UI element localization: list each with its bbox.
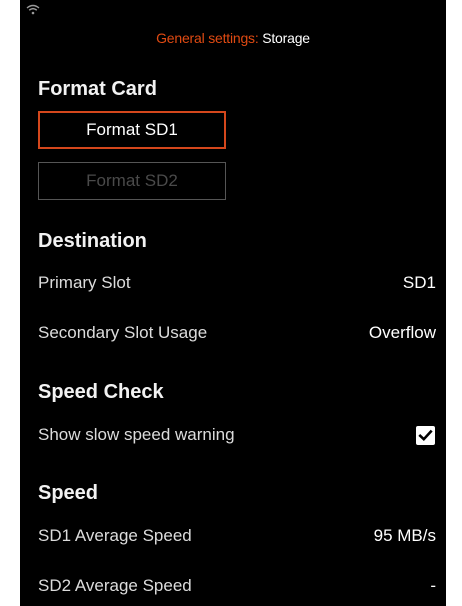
primary-slot-row[interactable]: Primary Slot SD1 bbox=[38, 271, 436, 295]
secondary-slot-label: Secondary Slot Usage bbox=[38, 323, 208, 342]
header-page-label: Storage bbox=[262, 30, 310, 46]
speed-title: Speed bbox=[38, 482, 99, 504]
primary-slot-value: SD1 bbox=[402, 273, 436, 292]
destination-title: Destination bbox=[38, 230, 147, 252]
slow-speed-warning-row[interactable]: Show slow speed warning bbox=[38, 423, 436, 447]
secondary-slot-row[interactable]: Secondary Slot Usage Overflow bbox=[38, 321, 436, 345]
format-sd1-button[interactable]: Format SD1 bbox=[38, 111, 226, 149]
sd2-speed-label: SD2 Average Speed bbox=[38, 576, 192, 595]
page-header: General settings: Storage bbox=[20, 30, 446, 46]
checkmark-icon bbox=[418, 429, 433, 441]
header-section-label: General settings: bbox=[156, 30, 263, 46]
slow-speed-warning-label: Show slow speed warning bbox=[38, 425, 235, 444]
sd1-speed-value: 95 MB/s bbox=[373, 526, 436, 545]
sd1-speed-label: SD1 Average Speed bbox=[38, 526, 192, 545]
speed-check-title: Speed Check bbox=[38, 381, 164, 403]
sd2-speed-value: - bbox=[430, 576, 436, 595]
sd2-speed-row: SD2 Average Speed - bbox=[38, 574, 436, 598]
primary-slot-label: Primary Slot bbox=[38, 273, 131, 292]
secondary-slot-value: Overflow bbox=[368, 323, 436, 342]
sd1-speed-row: SD1 Average Speed 95 MB/s bbox=[38, 524, 436, 548]
storage-settings-screen: General settings: Storage Format Card Fo… bbox=[20, 0, 446, 606]
wifi-icon bbox=[26, 4, 40, 15]
slow-speed-warning-checkbox[interactable] bbox=[416, 425, 435, 445]
format-sd2-button[interactable]: Format SD2 bbox=[38, 162, 226, 200]
format-card-title: Format Card bbox=[38, 78, 157, 100]
